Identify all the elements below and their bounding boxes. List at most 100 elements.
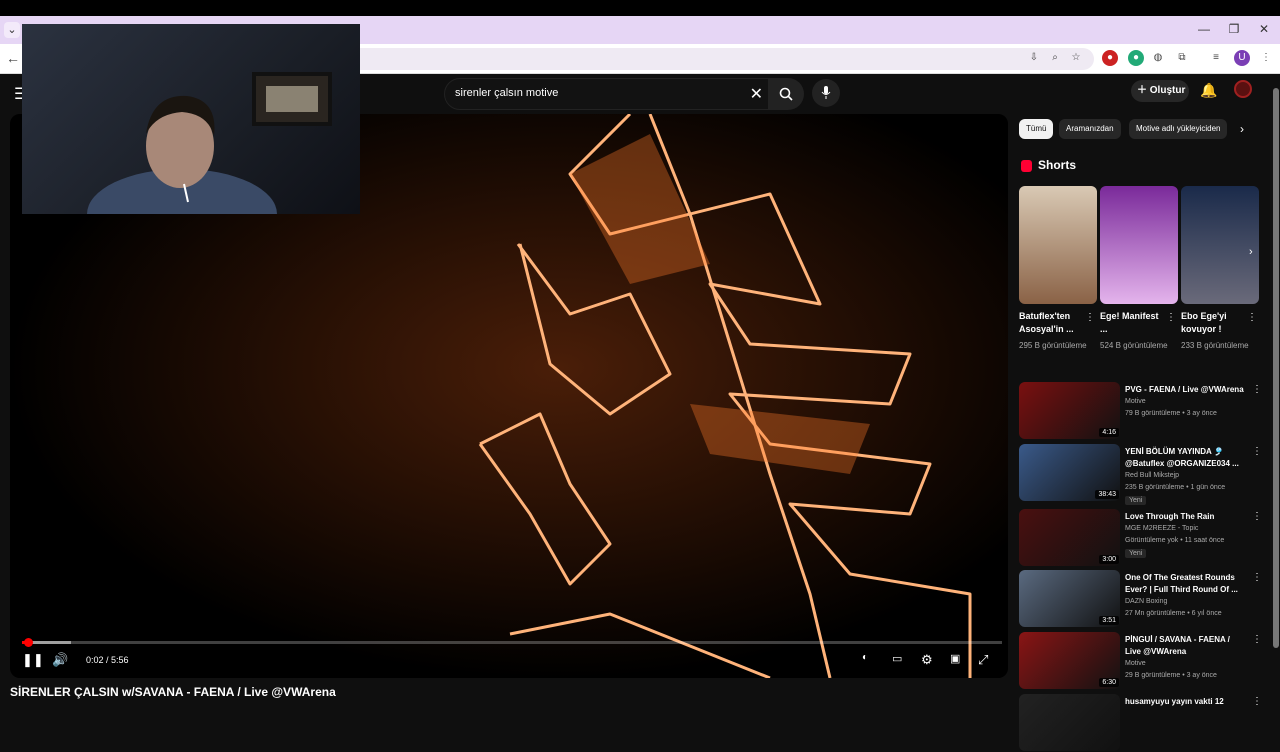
chip-from-uploader[interactable]: Motive adlı yükleyiciden xyxy=(1129,119,1228,139)
mic-icon xyxy=(821,86,831,99)
voice-search-button[interactable] xyxy=(812,79,840,107)
short-item[interactable]: Batuflex'ten Asosyal'in ... ⋮ 295 B görü… xyxy=(1019,186,1097,350)
recommendation-item[interactable]: 3:00 Love Through The Rain MGE M2REEZE - T… xyxy=(1019,509,1264,567)
webcam-overlay xyxy=(22,24,360,259)
search-icon xyxy=(779,87,793,101)
recommendation-more-icon[interactable]: ⋮ xyxy=(1252,446,1262,457)
progress-bar[interactable] xyxy=(22,638,1002,647)
recommendation-more-icon[interactable]: ⋮ xyxy=(1252,511,1262,522)
progress-scrubber[interactable] xyxy=(23,638,33,647)
recommendation-item[interactable]: 3:51 One Of The Greatest Rounds Ever? | F… xyxy=(1019,570,1264,628)
channel-name[interactable]: MGE M2REEZE - Topic xyxy=(1125,525,1198,532)
close-window-button[interactable]: ✕ xyxy=(1254,22,1274,36)
recommendation-item[interactable]: 4:16 PVG - FAENA / Live @VWArena Motive 79 … xyxy=(1019,382,1264,440)
recommendation-title[interactable]: Love Through The Rain xyxy=(1125,511,1245,523)
create-label: Oluştur xyxy=(1149,85,1186,96)
page-scrollbar[interactable] xyxy=(1272,74,1280,710)
short-more-icon[interactable]: ⋮ xyxy=(1166,312,1176,323)
duration-badge: 6:30 xyxy=(1099,678,1119,687)
recommendation-more-icon[interactable]: ⋮ xyxy=(1252,384,1262,395)
clear-search-icon[interactable]: ✕ xyxy=(750,84,763,104)
chip-from-search[interactable]: Aramanızdan xyxy=(1059,119,1121,139)
video-meta: 79 B görüntüleme • 3 ay önce xyxy=(1125,410,1217,417)
duration-badge: 4:16 xyxy=(1099,428,1119,437)
screen-top-strip xyxy=(0,0,1280,16)
short-thumbnail[interactable] xyxy=(1181,186,1259,304)
duration-badge: 3:00 xyxy=(1099,555,1119,564)
extension-green-icon[interactable]: ● xyxy=(1128,50,1144,66)
chips-next-icon[interactable]: › xyxy=(1240,122,1244,136)
video-meta: Görüntüleme yok • 11 saat önce xyxy=(1125,537,1225,544)
shorts-next-icon[interactable]: › xyxy=(1249,246,1267,268)
video-meta: 29 B görüntüleme • 3 ay önce xyxy=(1125,672,1217,679)
fullscreen-icon[interactable]: ⤢ xyxy=(978,652,988,668)
duration-badge: 38:43 xyxy=(1095,490,1119,499)
video-meta: 235 B görüntüleme • 1 gün önce xyxy=(1125,484,1226,491)
recommendation-title[interactable]: YENİ BÖLÜM YAYINDA 🎐 @Batuflex @ORGANIZE… xyxy=(1125,446,1245,470)
channel-name[interactable]: Motive xyxy=(1125,398,1146,405)
short-views: 233 B görüntüleme xyxy=(1181,341,1249,350)
tab-search-dropdown[interactable]: ⌄ xyxy=(4,22,20,38)
media-control-icon[interactable]: ≡ xyxy=(1208,50,1224,66)
install-icon[interactable]: ⇩ xyxy=(1026,50,1042,66)
shorts-logo-icon xyxy=(1021,160,1032,172)
minimize-button[interactable]: — xyxy=(1194,22,1214,36)
notifications-bell-icon[interactable]: 🔔 xyxy=(1200,82,1217,99)
recommendation-item[interactable]: husamyuyu yayın vakti 12 ⋮ xyxy=(1019,694,1264,752)
recommendation-more-icon[interactable]: ⋮ xyxy=(1252,634,1262,645)
short-item[interactable]: Ebo Ege'yi kovuyor ! ⋮ 233 B görüntüleme xyxy=(1181,186,1259,350)
short-more-icon[interactable]: ⋮ xyxy=(1247,312,1257,323)
short-thumbnail[interactable] xyxy=(1019,186,1097,304)
volume-icon[interactable]: 🔊 xyxy=(52,652,68,668)
video-title: SİRENLER ÇALSIN w/SAVANA - FAENA / Live … xyxy=(10,685,336,699)
chip-all[interactable]: Tümü xyxy=(1019,119,1054,139)
search-button[interactable] xyxy=(768,78,804,110)
back-icon[interactable]: ← xyxy=(6,50,20,66)
extensions-puzzle-icon[interactable]: ⧉ xyxy=(1174,50,1190,66)
video-meta: 27 Mn görüntüleme • 6 yıl önce xyxy=(1125,610,1222,617)
settings-gear-icon[interactable]: ⚙ xyxy=(921,652,933,668)
recommendation-more-icon[interactable]: ⋮ xyxy=(1252,572,1262,583)
channel-name[interactable]: Red Bull Mikstejp xyxy=(1125,472,1179,479)
recommendation-thumbnail[interactable] xyxy=(1019,694,1120,751)
recommendation-title[interactable]: PİNGUİ / SAVANA - FAENA / Live @VWArena xyxy=(1125,634,1245,658)
time-display: 0:02 / 5:56 xyxy=(86,655,129,665)
globe-icon[interactable]: ◍ xyxy=(1150,50,1166,66)
scrollbar-thumb[interactable] xyxy=(1273,88,1279,648)
search-box[interactable]: sirenler çalsın motive ✕ xyxy=(444,78,774,110)
duration-badge: 3:51 xyxy=(1099,616,1119,625)
short-item[interactable]: Ege! Manifest ... ⋮ 524 B görüntüleme xyxy=(1100,186,1178,350)
new-badge: Yeni xyxy=(1125,496,1147,505)
restore-button[interactable]: ❐ xyxy=(1224,22,1244,36)
recommendation-title[interactable]: One Of The Greatest Rounds Ever? | Full … xyxy=(1125,572,1245,596)
channel-name[interactable]: DAZN Boxing xyxy=(1125,598,1167,605)
short-title[interactable]: Ebo Ege'yi kovuyor ! xyxy=(1181,310,1247,336)
recommendation-more-icon[interactable]: ⋮ xyxy=(1252,696,1262,707)
search-input[interactable]: sirenler çalsın motive xyxy=(455,87,558,99)
bookmark-star-icon[interactable]: ☆ xyxy=(1068,50,1084,66)
recommendation-title[interactable]: PVG - FAENA / Live @VWArena xyxy=(1125,384,1245,396)
recommendation-title[interactable]: husamyuyu yayın vakti 12 xyxy=(1125,696,1245,708)
recommendation-item[interactable]: 38:43 YENİ BÖLÜM YAYINDA 🎐 @Batuflex @ORG… xyxy=(1019,444,1264,505)
extension-red-icon[interactable]: ● xyxy=(1102,50,1118,66)
short-views: 524 B görüntüleme xyxy=(1100,341,1168,350)
short-views: 295 B görüntüleme xyxy=(1019,341,1087,350)
short-more-icon[interactable]: ⋮ xyxy=(1085,312,1095,323)
zoom-icon[interactable]: ⌕ xyxy=(1047,50,1063,66)
channel-name[interactable]: Motive xyxy=(1125,660,1146,667)
browser-menu-icon[interactable]: ⋮ xyxy=(1258,50,1274,66)
pause-button[interactable]: ❚❚ xyxy=(22,652,44,668)
recommendation-item[interactable]: 6:30 PİNGUİ / SAVANA - FAENA / Live @VWAr… xyxy=(1019,632,1264,690)
miniplayer-icon[interactable]: ▣ xyxy=(950,652,960,665)
create-button[interactable]: ＋ Oluştur xyxy=(1131,80,1189,102)
short-title[interactable]: Ege! Manifest ... xyxy=(1100,310,1166,336)
subtitles-icon[interactable]: ▭ xyxy=(892,652,902,665)
webcam-person-image xyxy=(87,72,332,259)
shorts-heading: Shorts xyxy=(1038,158,1077,172)
profile-avatar[interactable]: U xyxy=(1234,50,1250,66)
short-thumbnail[interactable] xyxy=(1100,186,1178,304)
new-badge: Yeni xyxy=(1125,549,1147,558)
channel-avatar[interactable] xyxy=(1234,80,1252,98)
short-title[interactable]: Batuflex'ten Asosyal'in ... xyxy=(1019,310,1085,336)
autoplay-toggle[interactable]: ◐ xyxy=(862,652,868,663)
